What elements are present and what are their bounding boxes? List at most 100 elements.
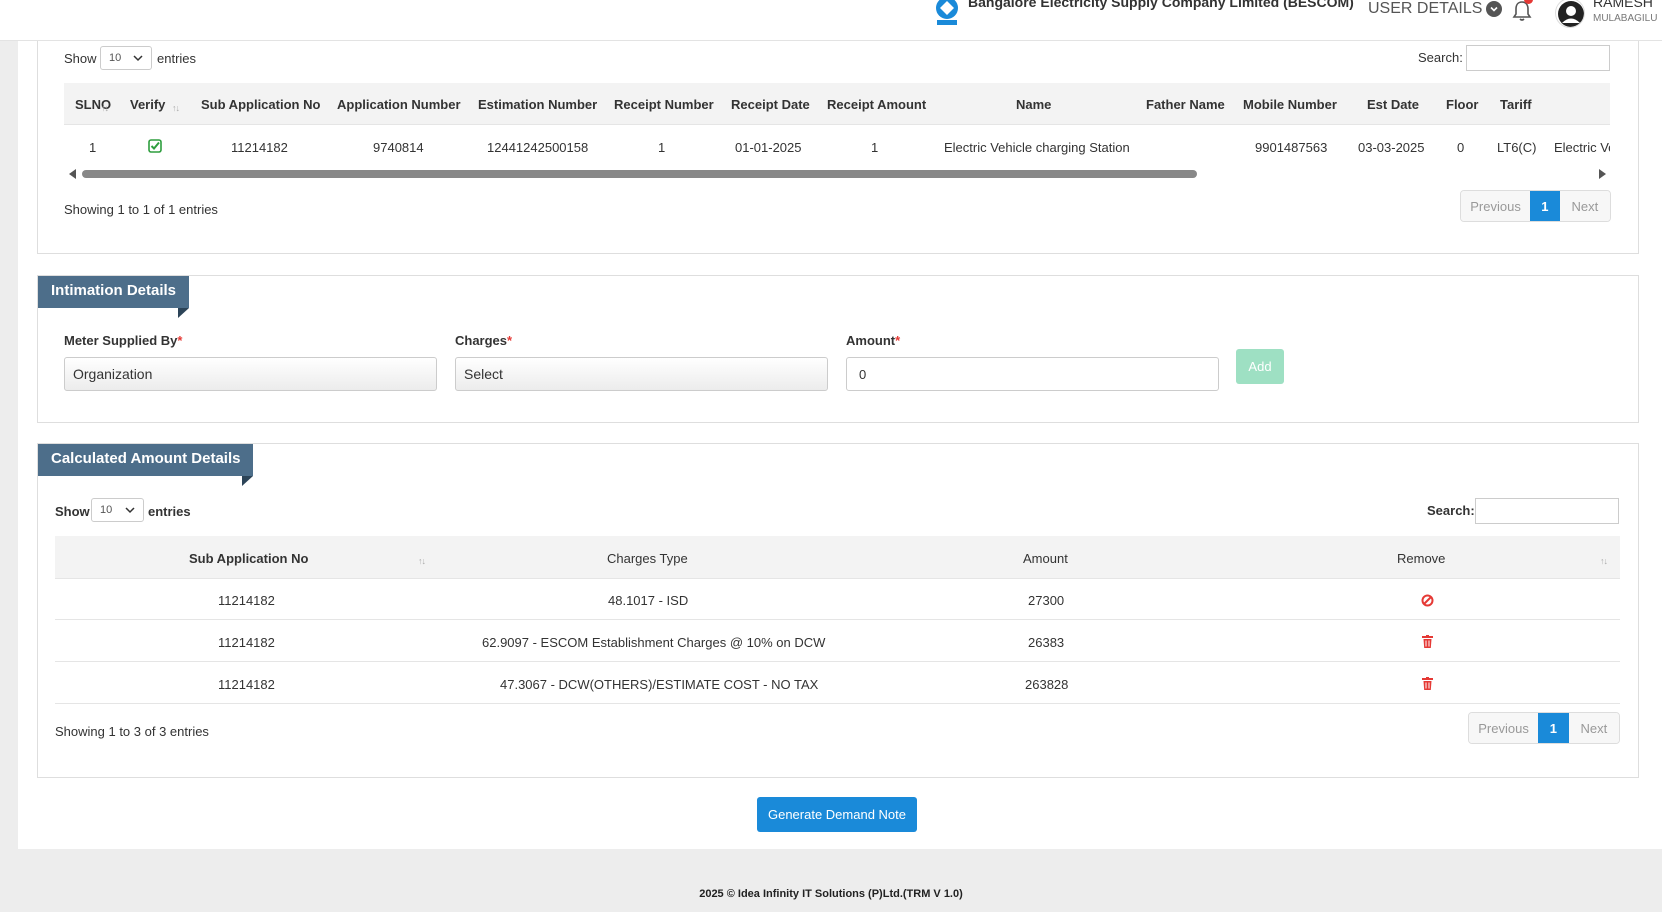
table-divider bbox=[55, 619, 1620, 620]
sort-icon[interactable]: ↑↓ bbox=[101, 103, 109, 113]
next-button[interactable]: Next bbox=[1559, 191, 1610, 221]
col-application-number[interactable]: Application Number bbox=[337, 97, 461, 112]
footer-text: 2025 © Idea Infinity IT Solutions (P)Ltd… bbox=[699, 888, 963, 900]
cell-receipt-date: 01-01-2025 bbox=[735, 140, 802, 155]
horizontal-scrollbar[interactable] bbox=[66, 167, 1610, 181]
cell-mobile-number: 9901487563 bbox=[1255, 140, 1328, 155]
pagination: Previous 1 Next bbox=[1460, 190, 1611, 222]
trash-icon[interactable] bbox=[1422, 635, 1433, 648]
cell-tariff: LT6(C) bbox=[1497, 140, 1537, 155]
table-info: Showing 1 to 3 of 3 entries bbox=[55, 724, 209, 739]
chevron-down-icon bbox=[1486, 1, 1503, 17]
cell-sub-application-no: 11214182 bbox=[231, 140, 288, 155]
scroll-right-arrow[interactable] bbox=[1599, 169, 1606, 179]
cell-amount: 26383 bbox=[1028, 635, 1065, 650]
col-amount[interactable]: Amount bbox=[1023, 551, 1068, 566]
show-label: Show bbox=[64, 51, 97, 66]
chevron-down-icon bbox=[133, 55, 143, 62]
company-name: Bangalore Electricity Supply Company Lim… bbox=[968, 0, 1354, 10]
col-estimation-number[interactable]: Estimation Number bbox=[478, 97, 597, 112]
table-divider bbox=[55, 661, 1620, 662]
col-father-name[interactable]: Father Name bbox=[1146, 97, 1225, 112]
meter-supplied-by-select[interactable]: Organization bbox=[64, 357, 437, 391]
show-label: Show bbox=[55, 504, 90, 519]
entries-select-value: 10 bbox=[100, 504, 113, 516]
page-1-button[interactable]: 1 bbox=[1538, 713, 1569, 743]
verified-check-icon[interactable] bbox=[148, 139, 162, 153]
user-details-label: USER DETAILS bbox=[1368, 0, 1483, 17]
cell-charges-type: 48.1017 - ISD bbox=[608, 593, 689, 608]
col-floor[interactable]: Floor bbox=[1446, 97, 1479, 112]
scroll-left-arrow[interactable] bbox=[69, 169, 76, 179]
pagination: Previous 1 Next bbox=[1468, 712, 1620, 744]
previous-button[interactable]: Previous bbox=[1461, 191, 1531, 221]
cell-extra: Electric Ve bbox=[1554, 140, 1610, 155]
entries-select[interactable]: 10 bbox=[100, 46, 152, 70]
table-divider bbox=[55, 703, 1620, 704]
generate-demand-note-button[interactable]: Generate Demand Note bbox=[757, 797, 917, 832]
sort-icon[interactable]: ↑↓ bbox=[418, 556, 426, 566]
calculated-panel bbox=[37, 443, 1639, 778]
entries-label: entries bbox=[148, 504, 191, 519]
next-button[interactable]: Next bbox=[1568, 713, 1619, 743]
entries-select[interactable]: 10 bbox=[91, 498, 144, 522]
cell-slno: 1 bbox=[89, 140, 97, 155]
cell-name: Electric Vehicle charging Station bbox=[944, 140, 1130, 155]
entries-select-value: 10 bbox=[109, 52, 122, 64]
avatar[interactable] bbox=[1555, 0, 1585, 28]
cell-floor: 0 bbox=[1457, 140, 1465, 155]
col-sub-application-no[interactable]: Sub Application No bbox=[189, 551, 308, 566]
cell-receipt-amount: 1 bbox=[871, 140, 879, 155]
charges-select[interactable]: Select bbox=[455, 357, 828, 391]
table-divider bbox=[55, 578, 1620, 579]
col-sub-application-no[interactable]: Sub Application No bbox=[201, 97, 320, 112]
meter-supplied-by-label: Meter Supplied By* bbox=[64, 333, 183, 348]
col-mobile-number[interactable]: Mobile Number bbox=[1243, 97, 1337, 112]
chevron-down-icon bbox=[125, 507, 135, 514]
cell-sub-application-no: 11214182 bbox=[218, 677, 275, 692]
sort-icon[interactable]: ↑↓ bbox=[172, 103, 180, 113]
user-location: MULABAGILU bbox=[1593, 13, 1658, 24]
sort-icon[interactable]: ↑↓ bbox=[1600, 556, 1608, 566]
scroll-thumb[interactable] bbox=[82, 170, 1197, 178]
col-name[interactable]: Name bbox=[1016, 97, 1051, 112]
user-details-menu[interactable]: USER DETAILS bbox=[1368, 0, 1503, 18]
cell-charges-type: 62.9097 - ESCOM Establishment Charges @ … bbox=[482, 635, 826, 650]
cell-application-number: 9740814 bbox=[373, 140, 424, 155]
search-input[interactable] bbox=[1475, 498, 1619, 524]
cell-est-date: 03-03-2025 bbox=[1358, 140, 1425, 155]
col-charges-type[interactable]: Charges Type bbox=[607, 551, 688, 566]
table-divider bbox=[64, 124, 1610, 125]
cell-charges-type: 47.3067 - DCW(OTHERS)/ESTIMATE COST - NO… bbox=[500, 677, 819, 692]
cell-amount: 263828 bbox=[1025, 677, 1069, 692]
cell-estimation-number: 12441242500158 bbox=[487, 140, 589, 155]
amount-label: Amount* bbox=[846, 333, 901, 348]
intimation-title: Intimation Details bbox=[38, 276, 190, 318]
cell-amount: 27300 bbox=[1028, 593, 1065, 608]
col-receipt-number[interactable]: Receipt Number bbox=[614, 97, 714, 112]
top-header: Bangalore Electricity Supply Company Lim… bbox=[0, 0, 1662, 41]
amount-input[interactable]: 0 bbox=[846, 357, 1219, 391]
cell-sub-application-no: 11214182 bbox=[218, 635, 275, 650]
entries-label: entries bbox=[157, 51, 197, 66]
calculated-title: Calculated Amount Details bbox=[38, 444, 254, 486]
page-1-button[interactable]: 1 bbox=[1530, 191, 1560, 221]
previous-button[interactable]: Previous bbox=[1469, 713, 1539, 743]
search-label: Search: bbox=[1418, 50, 1463, 65]
col-receipt-amount[interactable]: Receipt Amount bbox=[827, 97, 926, 112]
search-input[interactable] bbox=[1466, 45, 1610, 71]
user-name: RAMESH bbox=[1593, 0, 1653, 10]
cell-sub-application-no: 11214182 bbox=[218, 593, 275, 608]
cell-receipt-number: 1 bbox=[658, 140, 666, 155]
trash-icon[interactable] bbox=[1422, 677, 1433, 690]
search-label: Search: bbox=[1427, 503, 1475, 518]
col-est-date[interactable]: Est Date bbox=[1367, 97, 1419, 112]
col-remove[interactable]: Remove bbox=[1397, 551, 1445, 566]
col-tariff[interactable]: Tariff bbox=[1500, 97, 1532, 112]
add-button[interactable]: Add bbox=[1236, 349, 1284, 384]
intimation-panel bbox=[37, 275, 1639, 423]
table-info: Showing 1 to 1 of 1 entries bbox=[64, 202, 218, 217]
col-verify[interactable]: Verify bbox=[130, 97, 165, 112]
col-receipt-date[interactable]: Receipt Date bbox=[731, 97, 810, 112]
ban-icon[interactable] bbox=[1421, 594, 1434, 607]
